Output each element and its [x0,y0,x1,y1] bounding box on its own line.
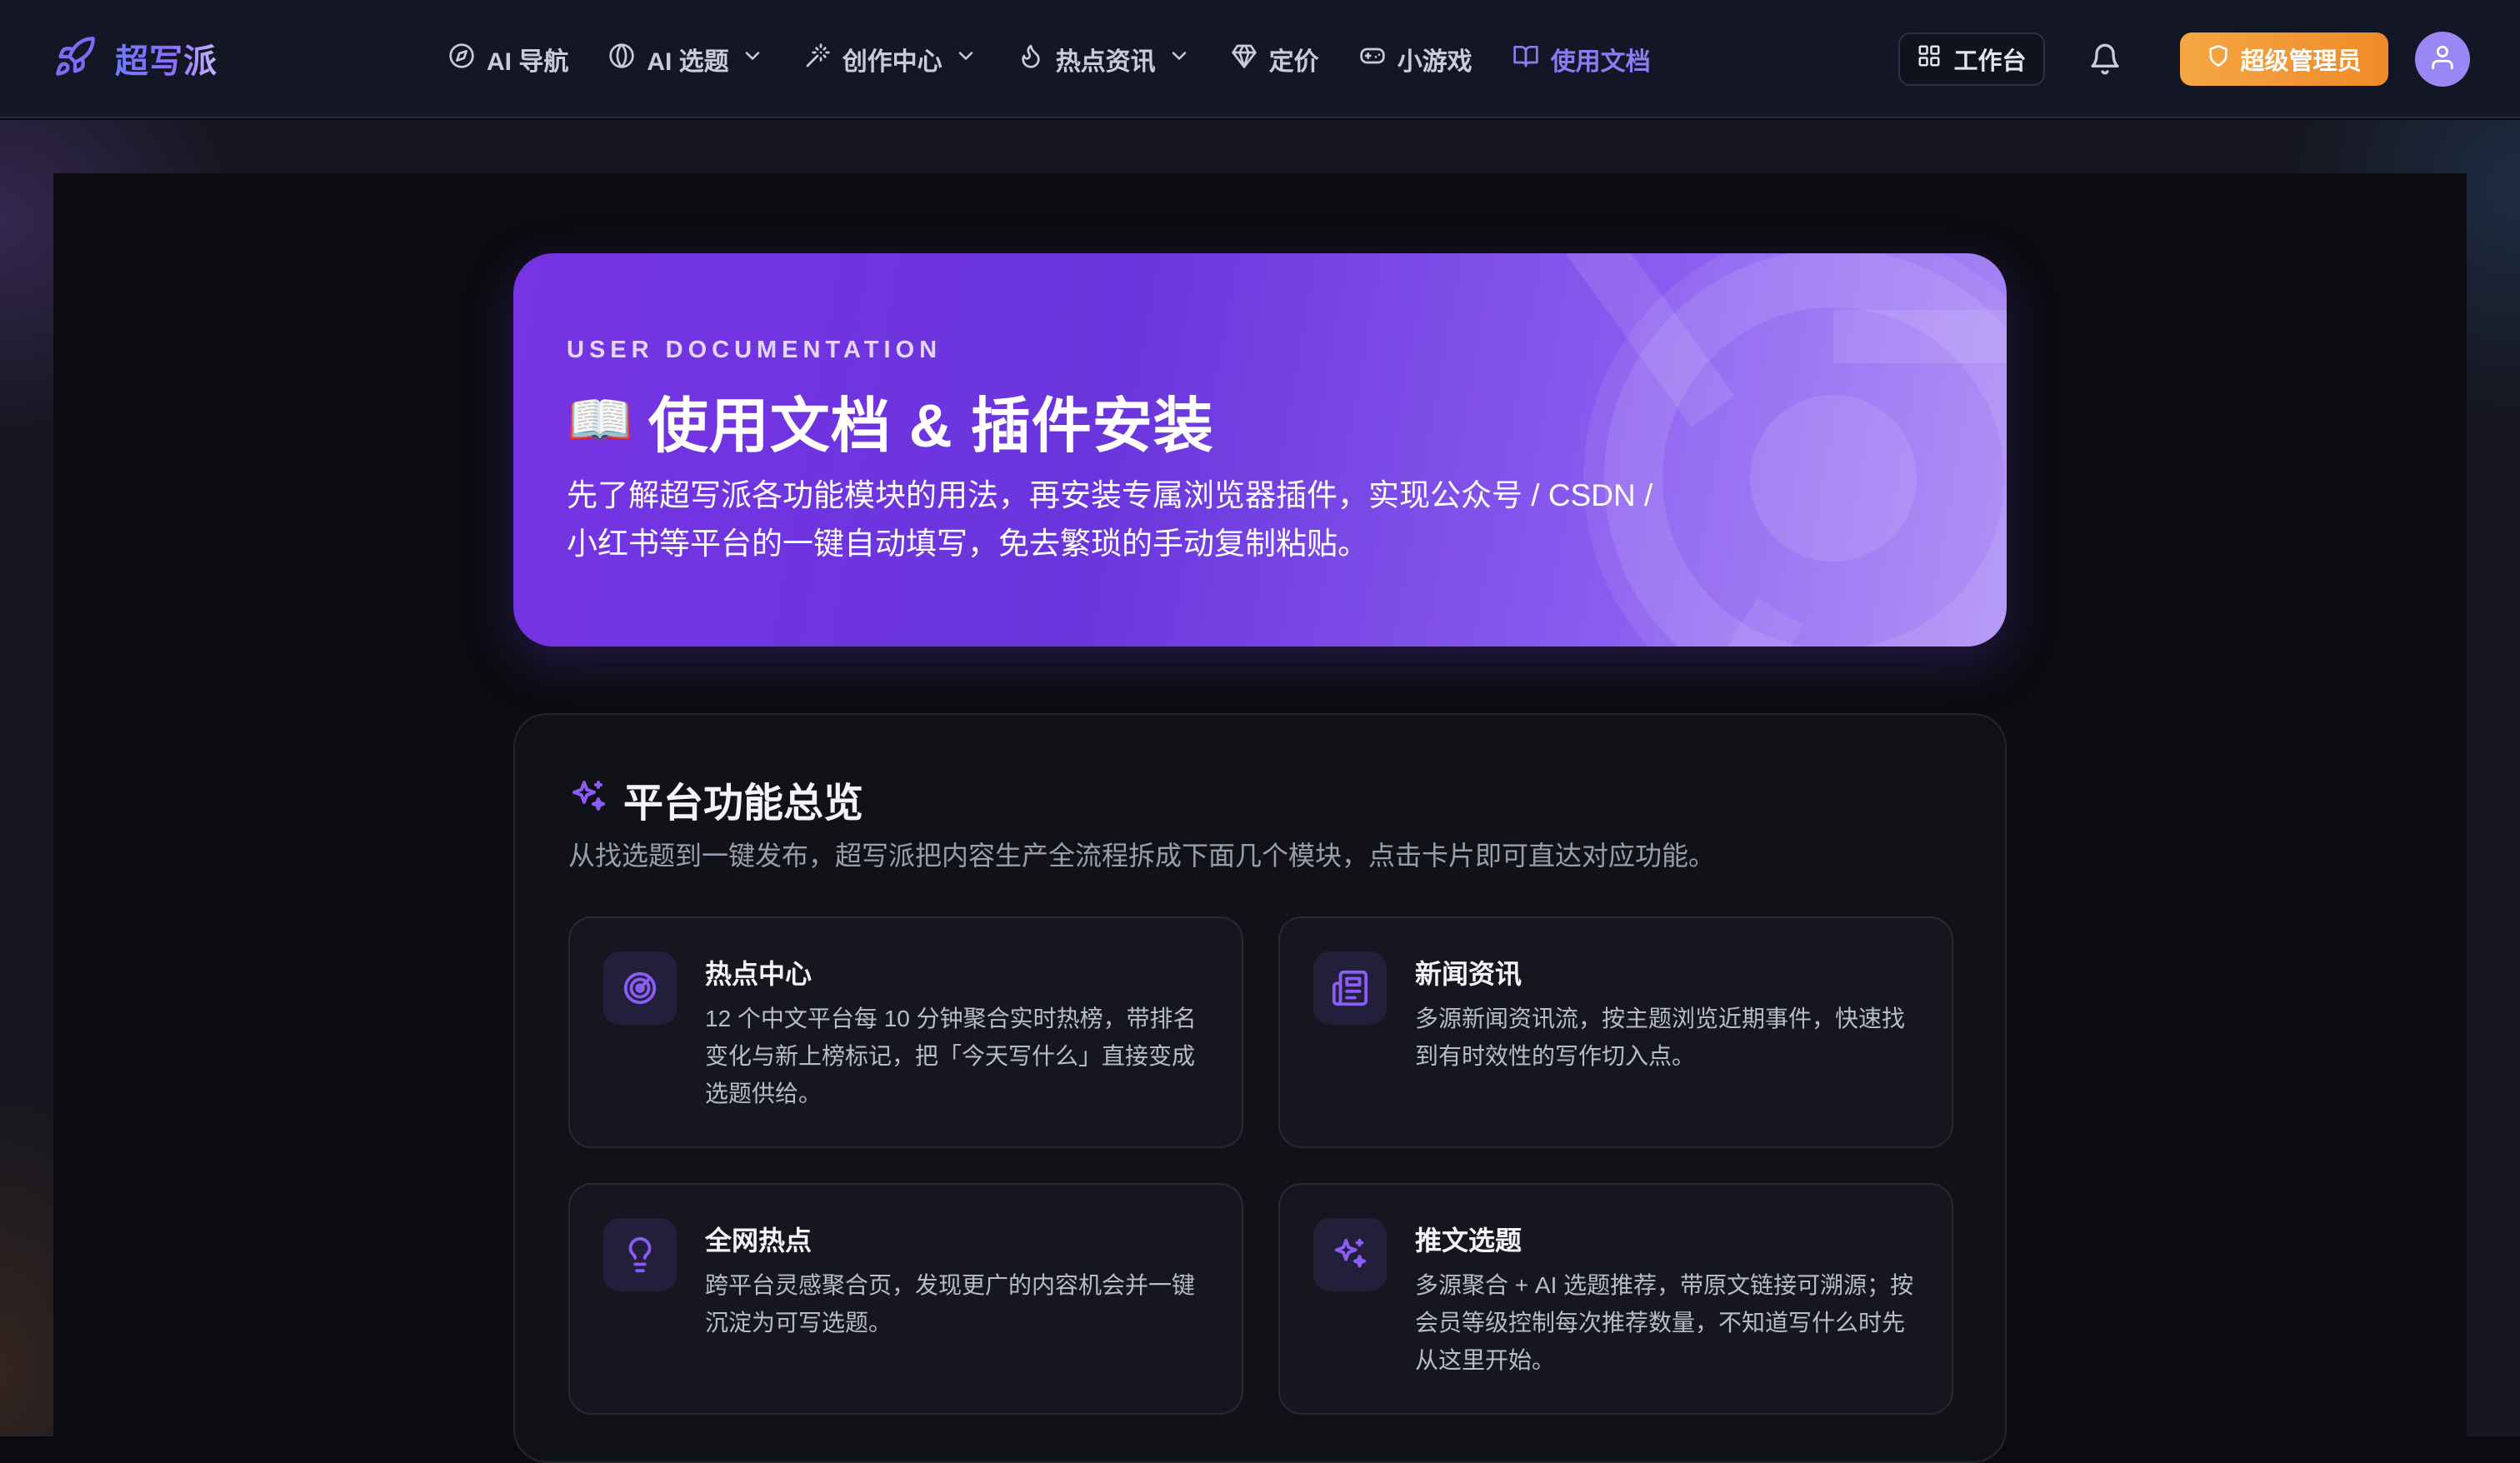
lightbulb-icon [603,1218,677,1291]
section-subtitle: 从找选题到一键发布，超写派把内容生产全流程拆成下面几个模块，点击卡片即可直达对应… [568,841,1716,871]
card-title: 新闻资讯 [1415,959,1522,989]
workspace-button[interactable]: 工作台 [1898,32,2045,86]
nav-item-label: AI 选题 [647,48,729,76]
nav-item-mini-games[interactable]: 小游戏 [1359,41,1472,77]
avatar[interactable] [2415,32,2470,87]
nav-item-ai-topic[interactable]: AI 选题 [608,41,763,77]
card-description: 多源新闻资讯流，按主题浏览近期事件，快速找到有时效性的写作切入点。 [1415,1006,1906,1069]
workspace-label: 工作台 [1953,48,2027,75]
nav-item-label: 创作中心 [842,48,942,76]
user-icon [2428,43,2457,76]
brand-logo[interactable]: 超写派 [53,32,218,85]
nav-item-trending-news[interactable]: 热点资讯 [1018,41,1191,77]
nav-item-label: 定价 [1268,48,1319,76]
card-title: 推文选题 [1415,1226,1522,1256]
hero-description: 先了解超写派各功能模块的用法，再安装专属浏览器插件，实现公众号 / CSDN /… [567,478,1653,561]
card-description: 多源聚合 + AI 选题推荐，带原文链接可溯源；按会员等级控制每次推荐数量，不知… [1415,1272,1914,1373]
nav-item-label: 小游戏 [1397,48,1472,76]
grid-icon [1917,43,1942,75]
flame-icon [1018,42,1044,76]
card-description: 跨平台灵感聚合页，发现更广的内容机会并一键沉淀为可写选题。 [705,1272,1196,1336]
nav-item-label: AI 导航 [487,48,569,76]
gamepad-icon [1359,42,1386,76]
main-nav: AI 导航 AI 选题 创作中心 热点资讯 定价 小游戏 使用文档 [448,33,1651,85]
feature-card-tweet-topics[interactable]: 推文选题 多源聚合 + AI 选题推荐，带原文链接可溯源；按会员等级控制每次推荐… [1278,1183,1953,1415]
chrome-logo-watermark [1565,253,2007,647]
sparkles-icon [1313,1218,1387,1291]
top-navigation-bar: 超写派 AI 导航 AI 选题 创作中心 热点资讯 定价 小游戏 使用文档 工作… [0,0,2520,118]
hero-title-row: 📖 使用文档 & 插件安装 [567,378,1214,462]
magic-wand-icon [804,42,831,76]
compass-icon [448,42,475,76]
section-title: 平台功能总览 [623,781,864,826]
card-title: 热点中心 [705,959,812,989]
diamond-icon [1231,42,1258,76]
admin-role-button[interactable]: 超级管理员 [2180,32,2388,86]
open-book-icon: 📖 [567,390,633,450]
chevron-down-icon [1168,44,1191,74]
nav-item-ai-navigation[interactable]: AI 导航 [448,41,568,77]
card-title: 全网热点 [705,1226,812,1256]
shield-icon [2207,44,2230,74]
rocket-icon [53,35,97,82]
feature-card-web-trends[interactable]: 全网热点 跨平台灵感聚合页，发现更广的内容机会并一键沉淀为可写选题。 [568,1183,1243,1415]
nav-item-label: 热点资讯 [1055,48,1156,76]
page-title: 使用文档 & 插件安装 [648,392,1214,460]
platform-overview-section: 平台功能总览 从找选题到一键发布，超写派把内容生产全流程拆成下面几个模块，点击卡… [513,713,2007,1463]
feature-card-news[interactable]: 新闻资讯 多源新闻资讯流，按主题浏览近期事件，快速找到有时效性的写作切入点。 [1278,916,1953,1148]
nav-item-label: 使用文档 [1550,48,1651,76]
brand-name: 超写派 [115,34,218,82]
documentation-hero: USER DOCUMENTATION 📖 使用文档 & 插件安装 先了解超写派各… [513,253,2007,647]
hero-eyebrow: USER DOCUMENTATION [567,337,942,363]
topbar-actions: 工作台 超级管理员 [1898,30,2470,88]
nav-item-pricing[interactable]: 定价 [1231,41,1319,77]
book-icon [1512,42,1539,76]
feature-card-grid: 热点中心 12 个中文平台每 10 分钟聚合实时热榜，带排名变化与新上榜标记，把… [568,916,1955,1415]
feature-card-hot-center[interactable]: 热点中心 12 个中文平台每 10 分钟聚合实时热榜，带排名变化与新上榜标记，把… [568,916,1243,1148]
bell-icon[interactable] [2087,41,2123,77]
radar-icon [603,951,677,1025]
admin-label: 超级管理员 [2240,48,2362,75]
chevron-down-icon [954,44,978,74]
sparkles-icon [568,777,608,821]
nav-item-creation-center[interactable]: 创作中心 [804,41,978,77]
globe-icon [608,42,635,76]
overview-header: 平台功能总览 [568,770,863,828]
chevron-down-icon [741,44,764,74]
nav-item-documentation[interactable]: 使用文档 [1512,41,1651,77]
card-description: 12 个中文平台每 10 分钟聚合实时热榜，带排名变化与新上榜标记，把「今天写什… [705,1006,1197,1106]
newspaper-icon [1313,951,1387,1025]
